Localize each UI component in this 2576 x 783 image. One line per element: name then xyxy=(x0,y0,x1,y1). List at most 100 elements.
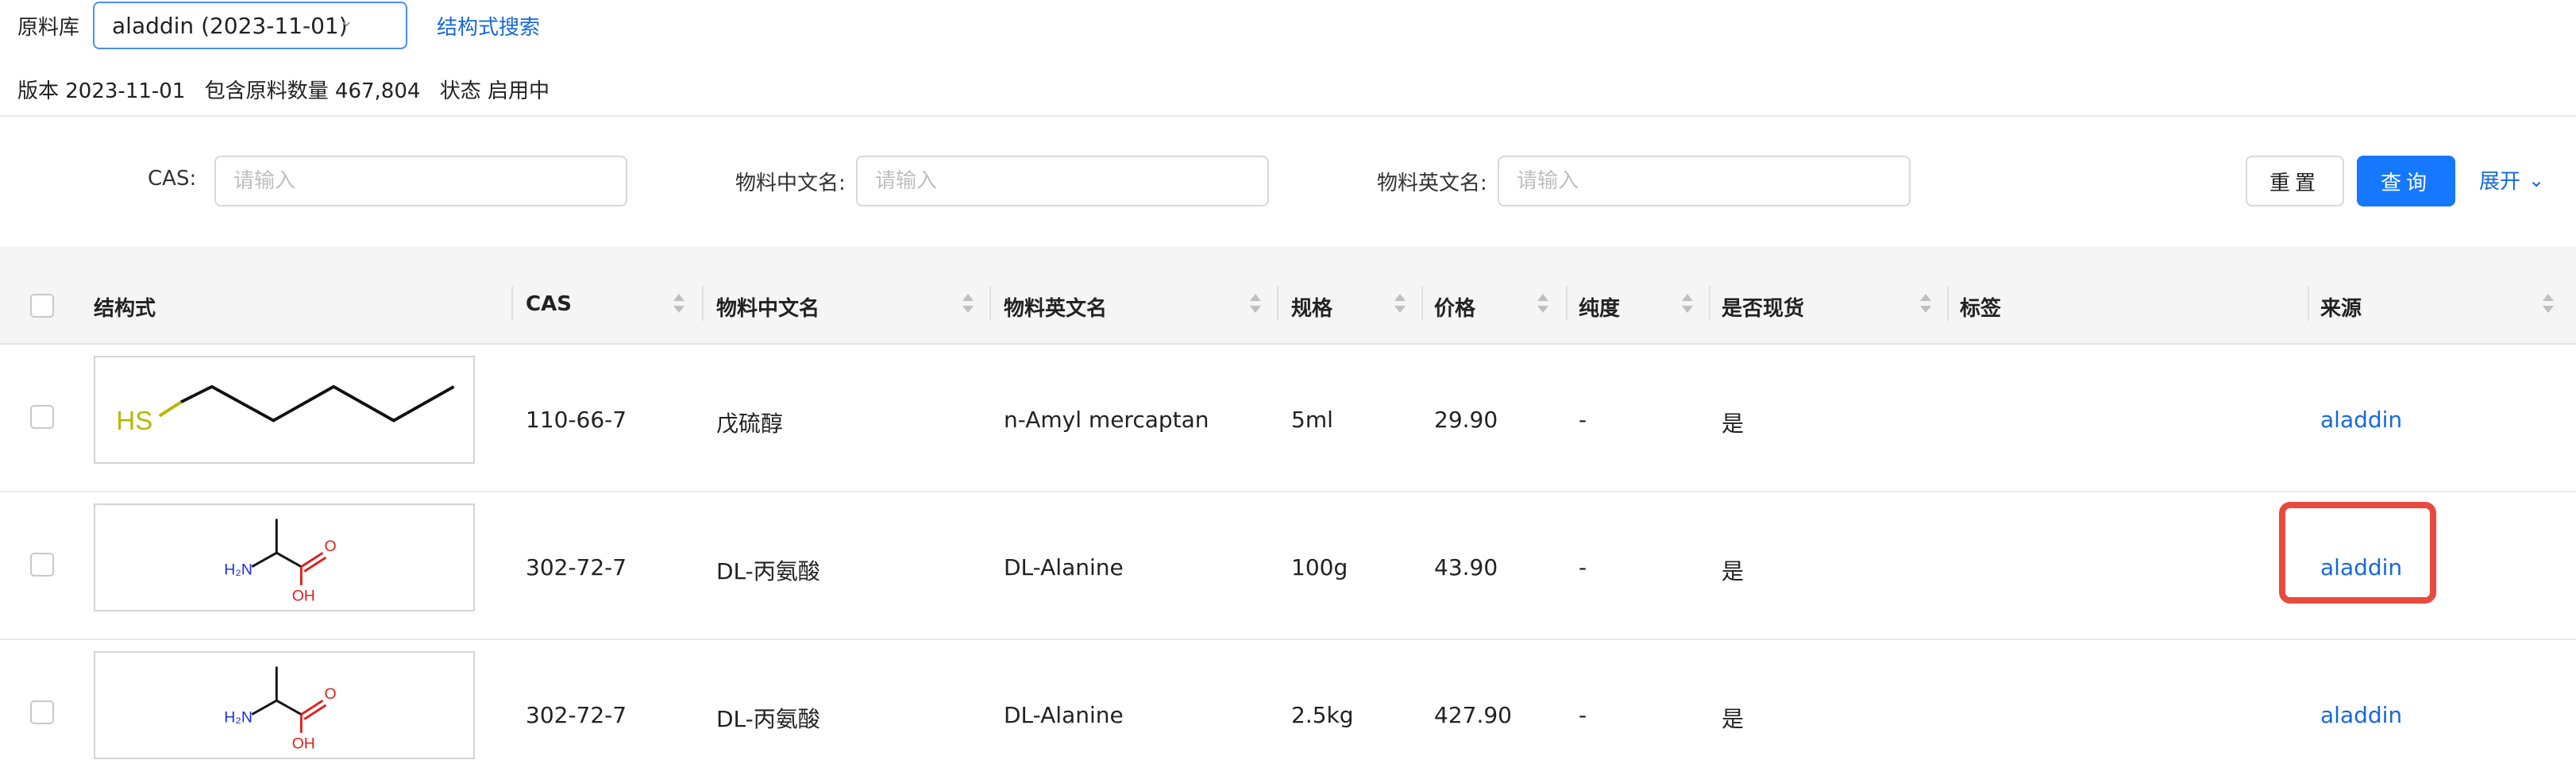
header-structure: 结构式 xyxy=(94,297,156,321)
cell-cas: 302-72-7 xyxy=(526,554,627,580)
structure-search-link[interactable]: 结构式搜索 xyxy=(437,11,540,40)
column-divider xyxy=(1709,286,1710,321)
expand-toggle[interactable]: 展开 ⌄ xyxy=(2479,165,2544,195)
amine-label: H₂N xyxy=(224,708,253,726)
column-divider xyxy=(511,286,513,321)
cell-purity: - xyxy=(1579,554,1587,580)
cell-price: 427.90 xyxy=(1434,702,1512,728)
cn-name-filter-label: 物料中文名: xyxy=(735,172,846,195)
header-en-name[interactable]: 物料英文名 xyxy=(1004,292,1107,322)
cell-spec: 5ml xyxy=(1291,407,1333,433)
cell-spec: 100g xyxy=(1291,554,1348,580)
sort-icon[interactable] xyxy=(1682,294,1693,314)
sort-icon[interactable] xyxy=(962,294,974,314)
column-divider xyxy=(1566,286,1568,321)
cell-in-stock: 是 xyxy=(1722,558,1745,584)
cell-price: 29.90 xyxy=(1434,407,1498,433)
library-select-value: aladdin (2023-11-01) xyxy=(112,13,348,39)
cell-source-link[interactable]: aladdin xyxy=(2320,554,2402,580)
carbonyl-bond xyxy=(300,699,324,716)
table-row: H₂N O OH 302-72-7 DL-丙氨酸 DL-Alanine 2.5k… xyxy=(0,640,2576,783)
cell-spec: 2.5kg xyxy=(1291,702,1354,728)
table-row: H₂N O OH 302-72-7 DL-丙氨酸 DL-Alanine 100g… xyxy=(0,492,2576,640)
cas-filter-label: CAS: xyxy=(148,167,197,191)
en-name-input-field[interactable] xyxy=(1499,157,1909,205)
library-status: 状态 启用中 xyxy=(439,79,550,103)
hydroxyl-label: OH xyxy=(292,735,315,752)
sulfur-bond xyxy=(158,400,182,418)
table-row: HS 110-66-7 戊硫醇 n-Amyl mercaptan 5ml 29.… xyxy=(0,345,2576,492)
sort-icon[interactable] xyxy=(2543,294,2554,314)
library-label: 原料库 xyxy=(17,16,80,40)
amine-bond xyxy=(251,699,278,716)
chevron-down-icon: ⌄ xyxy=(2528,168,2545,191)
en-name-filter-label: 物料英文名: xyxy=(1377,172,1487,195)
query-button[interactable]: 查询 xyxy=(2357,156,2455,206)
alanine-structure: H₂N O OH xyxy=(224,519,337,604)
chevron-down-icon: ⌄ xyxy=(339,11,354,31)
header-spec[interactable]: 规格 xyxy=(1291,292,1332,322)
cell-en-name: DL-Alanine xyxy=(1004,554,1124,580)
divider xyxy=(0,115,2576,117)
library-bar: 原料库 aladdin (2023-11-01) ⌄ 结构式搜索 xyxy=(0,0,2576,52)
header-cn-name[interactable]: 物料中文名 xyxy=(716,292,819,322)
column-divider xyxy=(702,286,704,321)
carbonyl-double-bond xyxy=(303,556,327,573)
row-checkbox[interactable] xyxy=(30,553,54,577)
carbonyl-label: O xyxy=(324,538,336,555)
sort-icon[interactable] xyxy=(1920,294,1931,314)
carbonyl-label: O xyxy=(324,685,336,703)
cell-cn-name: DL-丙氨酸 xyxy=(716,558,820,584)
expand-label: 展开 xyxy=(2479,170,2521,194)
cell-in-stock: 是 xyxy=(1722,706,1745,732)
cell-cas: 302-72-7 xyxy=(526,702,627,728)
column-divider xyxy=(1421,286,1423,321)
cell-source-link[interactable]: aladdin xyxy=(2320,407,2402,433)
sort-icon[interactable] xyxy=(1394,294,1406,314)
cas-input[interactable] xyxy=(214,156,627,206)
amine-bond xyxy=(251,551,278,568)
sort-icon[interactable] xyxy=(1537,294,1548,314)
column-divider xyxy=(1277,286,1278,321)
cell-cn-name: 戊硫醇 xyxy=(716,411,784,437)
carbonyl-double-bond xyxy=(303,704,327,720)
cell-cn-name: DL-丙氨酸 xyxy=(716,706,820,732)
row-checkbox[interactable] xyxy=(30,405,54,429)
cn-name-input[interactable] xyxy=(856,156,1269,206)
alanine-structure: H₂N O OH xyxy=(224,666,337,752)
select-all-checkbox[interactable] xyxy=(30,294,54,318)
header-purity[interactable]: 纯度 xyxy=(1579,292,1620,322)
header-cas[interactable]: CAS xyxy=(526,292,572,316)
carbonyl-bond xyxy=(300,551,324,568)
cell-purity: - xyxy=(1579,702,1587,728)
cell-cas: 110-66-7 xyxy=(526,407,627,433)
row-checkbox[interactable] xyxy=(30,700,54,724)
cas-input-field[interactable] xyxy=(216,157,626,205)
library-count: 包含原料数量 467,804 xyxy=(204,79,421,103)
cell-in-stock: 是 xyxy=(1722,411,1745,437)
header-price[interactable]: 价格 xyxy=(1434,292,1475,322)
column-divider xyxy=(1947,286,1949,321)
en-name-input[interactable] xyxy=(1498,156,1911,206)
structure-image: HS xyxy=(94,356,475,464)
carboxyl-bond xyxy=(276,551,303,568)
structure-image: H₂N O OH xyxy=(94,503,475,611)
sort-icon[interactable] xyxy=(1250,294,1261,314)
column-divider xyxy=(2308,286,2309,321)
hydroxyl-label: OH xyxy=(292,587,315,604)
cell-source-link[interactable]: aladdin xyxy=(2320,702,2402,728)
library-version: 版本 2023-11-01 xyxy=(17,79,186,103)
cn-name-input-field[interactable] xyxy=(858,157,1267,205)
pentanethiol-structure: HS xyxy=(116,384,455,435)
table-header: 结构式 CAS 物料中文名 物料英文名 规格 价格 纯度 是否现货 标签 来源 xyxy=(0,246,2576,345)
carboxyl-bond xyxy=(276,699,303,716)
sulfur-atom-label: HS xyxy=(116,406,152,435)
library-select[interactable]: aladdin (2023-11-01) ⌄ xyxy=(93,2,407,49)
reset-button[interactable]: 重置 xyxy=(2246,156,2344,206)
library-info: 版本 2023-11-01 包含原料数量 467,804 状态 启用中 xyxy=(17,75,562,104)
cell-en-name: DL-Alanine xyxy=(1004,702,1124,728)
header-in-stock[interactable]: 是否现货 xyxy=(1722,292,1804,322)
sort-icon[interactable] xyxy=(673,294,684,314)
header-source[interactable]: 来源 xyxy=(2320,292,2362,322)
cell-en-name: n-Amyl mercaptan xyxy=(1004,407,1209,433)
